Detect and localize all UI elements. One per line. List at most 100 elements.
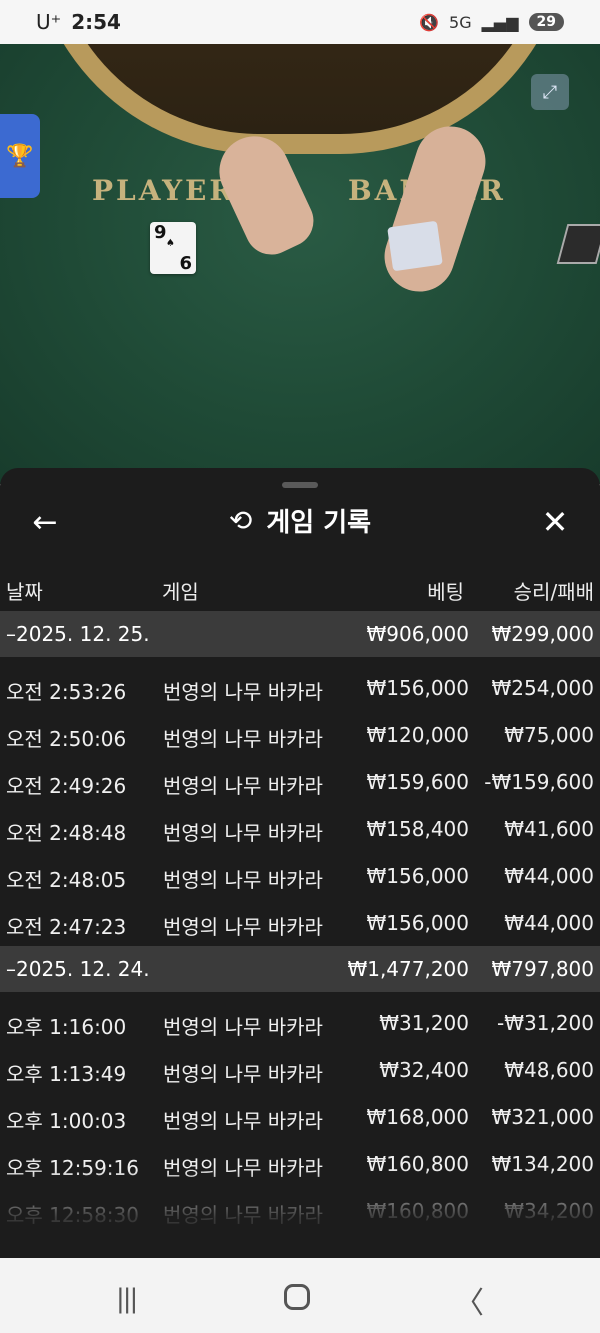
nav-back-icon[interactable]: 〈 xyxy=(454,1278,484,1322)
history-row[interactable]: 오후 12:58:30 번영의 나무 바카라 ₩160,800 ₩34,200 xyxy=(0,1187,600,1234)
history-row[interactable]: 오전 2:50:06 번영의 나무 바카라 ₩120,000 ₩75,000 xyxy=(0,711,600,758)
row-game: 번영의 나무 바카라 xyxy=(163,1062,323,1086)
row-win-loss: ₩41,600 xyxy=(504,817,594,841)
row-game: 번영의 나무 바카라 xyxy=(163,821,323,845)
row-win-loss: ₩254,000 xyxy=(491,676,594,700)
row-game: 번영의 나무 바카라 xyxy=(163,680,323,704)
game-history-sheet: ← ⟲ 게임 기록 ✕ 날짜 게임 베팅 승리/패배 –2025. 12. 25… xyxy=(0,468,600,1258)
spade-icon: ♠ xyxy=(166,238,175,249)
row-bet: ₩31,200 xyxy=(379,1011,469,1035)
table-rim xyxy=(30,44,570,154)
row-win-loss: ₩34,200 xyxy=(504,1199,594,1223)
card-rank-top: 9 xyxy=(154,222,167,243)
column-header-bet: 베팅 xyxy=(427,580,464,604)
close-button[interactable]: ✕ xyxy=(538,502,572,542)
row-game: 번영의 나무 바카라 xyxy=(163,1156,323,1180)
date-group-header[interactable]: –2025. 12. 24. ₩1,477,200 ₩797,800 xyxy=(0,946,600,992)
trophy-button[interactable]: 🏆 xyxy=(0,114,40,198)
live-video-feed: PLAYER BANKER 9 ♠ 6 🏆 ⤢ xyxy=(0,44,600,484)
row-time: 오후 1:13:49 xyxy=(6,1062,127,1086)
row-time: 오전 2:49:26 xyxy=(6,774,127,798)
row-win-loss: ₩321,000 xyxy=(491,1105,594,1129)
row-game: 번영의 나무 바카라 xyxy=(163,915,323,939)
row-time: 오전 2:50:06 xyxy=(6,727,127,751)
history-row[interactable]: 오전 2:47:23 번영의 나무 바카라 ₩156,000 ₩44,000 xyxy=(0,899,600,946)
expand-button[interactable]: ⤢ xyxy=(531,74,569,110)
column-header-win-loss: 승리/패배 xyxy=(513,580,594,604)
trophy-icon: 🏆 xyxy=(6,143,34,169)
row-bet: ₩158,400 xyxy=(366,817,469,841)
player-card: 9 ♠ 6 xyxy=(150,222,196,274)
sheet-title: 게임 기록 xyxy=(266,508,372,538)
row-bet: ₩168,000 xyxy=(366,1105,469,1129)
sheet-header: ← ⟲ 게임 기록 ✕ xyxy=(0,492,600,552)
history-row[interactable]: 오후 1:16:00 번영의 나무 바카라 ₩31,200 -₩31,200 xyxy=(0,999,600,1046)
row-bet: ₩156,000 xyxy=(366,676,469,700)
expand-icon: ⤢ xyxy=(542,81,558,103)
row-bet: ₩160,800 xyxy=(366,1152,469,1176)
row-bet: ₩156,000 xyxy=(366,864,469,888)
row-time: 오후 1:00:03 xyxy=(6,1109,127,1133)
row-game: 번영의 나무 바카라 xyxy=(163,1015,323,1039)
card-rank-bottom: 6 xyxy=(179,253,192,274)
row-time: 오전 2:48:48 xyxy=(6,821,127,845)
mute-icon: 🔇 xyxy=(419,12,440,32)
battery-level: 29 xyxy=(528,13,564,31)
home-icon[interactable] xyxy=(284,1284,310,1310)
row-game: 번영의 나무 바카라 xyxy=(163,868,323,892)
row-game: 번영의 나무 바카라 xyxy=(163,1109,323,1133)
drag-handle[interactable] xyxy=(282,482,318,488)
row-win-loss: ₩44,000 xyxy=(504,911,594,935)
row-time: 오전 2:47:23 xyxy=(6,915,127,939)
row-time: 오후 12:59:16 xyxy=(6,1156,139,1180)
banker-card-back xyxy=(387,220,443,272)
column-header-date: 날짜 xyxy=(6,580,43,604)
group-bet-total: ₩906,000 xyxy=(366,622,469,646)
row-game: 번영의 나무 바카라 xyxy=(163,1203,323,1227)
player-label: PLAYER xyxy=(92,174,236,207)
network-label: 5G xyxy=(449,12,472,32)
row-win-loss: -₩31,200 xyxy=(497,1011,594,1035)
history-row[interactable]: 오전 2:48:48 번영의 나무 바카라 ₩158,400 ₩41,600 xyxy=(0,805,600,852)
column-headers: 날짜 게임 베팅 승리/패배 xyxy=(0,568,600,608)
row-bet: ₩156,000 xyxy=(366,911,469,935)
card-shoe xyxy=(556,224,600,264)
row-bet: ₩160,800 xyxy=(366,1199,469,1223)
group-date: –2025. 12. 25. xyxy=(6,622,150,646)
history-list: –2025. 12. 25. ₩906,000 ₩299,000 오전 2:53… xyxy=(0,611,600,1234)
row-bet: ₩32,400 xyxy=(379,1058,469,1082)
row-win-loss: ₩44,000 xyxy=(504,864,594,888)
column-header-game: 게임 xyxy=(162,580,199,604)
row-time: 오전 2:48:05 xyxy=(6,868,127,892)
row-time: 오후 1:16:00 xyxy=(6,1015,127,1039)
history-row[interactable]: 오후 1:13:49 번영의 나무 바카라 ₩32,400 ₩48,600 xyxy=(0,1046,600,1093)
row-bet: ₩159,600 xyxy=(366,770,469,794)
clock: 2:54 xyxy=(71,10,121,34)
history-row[interactable]: 오전 2:48:05 번영의 나무 바카라 ₩156,000 ₩44,000 xyxy=(0,852,600,899)
row-bet: ₩120,000 xyxy=(366,723,469,747)
system-nav-bar: ||| 〈 xyxy=(0,1258,600,1333)
recent-apps-icon[interactable]: ||| xyxy=(116,1284,138,1314)
row-win-loss: -₩159,600 xyxy=(484,770,594,794)
history-row[interactable]: 오전 2:49:26 번영의 나무 바카라 ₩159,600 -₩159,600 xyxy=(0,758,600,805)
row-win-loss: ₩134,200 xyxy=(491,1152,594,1176)
row-game: 번영의 나무 바카라 xyxy=(163,727,323,751)
date-group-header[interactable]: –2025. 12. 25. ₩906,000 ₩299,000 xyxy=(0,611,600,657)
signal-icon: ▂▄▆ xyxy=(481,12,519,32)
carrier-label: U⁺ xyxy=(36,10,62,34)
close-icon: ✕ xyxy=(541,503,569,541)
row-win-loss: ₩75,000 xyxy=(504,723,594,747)
group-win-total: ₩797,800 xyxy=(491,957,594,981)
row-game: 번영의 나무 바카라 xyxy=(163,774,323,798)
row-time: 오전 2:53:26 xyxy=(6,680,127,704)
group-date: –2025. 12. 24. xyxy=(6,957,150,981)
group-win-total: ₩299,000 xyxy=(491,622,594,646)
history-row[interactable]: 오후 1:00:03 번영의 나무 바카라 ₩168,000 ₩321,000 xyxy=(0,1093,600,1140)
group-bet-total: ₩1,477,200 xyxy=(347,957,469,981)
row-win-loss: ₩48,600 xyxy=(504,1058,594,1082)
status-bar: U⁺ 2:54 🔇 5G ▂▄▆ 29 xyxy=(0,0,600,44)
row-time: 오후 12:58:30 xyxy=(6,1203,139,1227)
history-icon: ⟲ xyxy=(228,504,253,537)
history-row[interactable]: 오전 2:53:26 번영의 나무 바카라 ₩156,000 ₩254,000 xyxy=(0,664,600,711)
history-row[interactable]: 오후 12:59:16 번영의 나무 바카라 ₩160,800 ₩134,200 xyxy=(0,1140,600,1187)
